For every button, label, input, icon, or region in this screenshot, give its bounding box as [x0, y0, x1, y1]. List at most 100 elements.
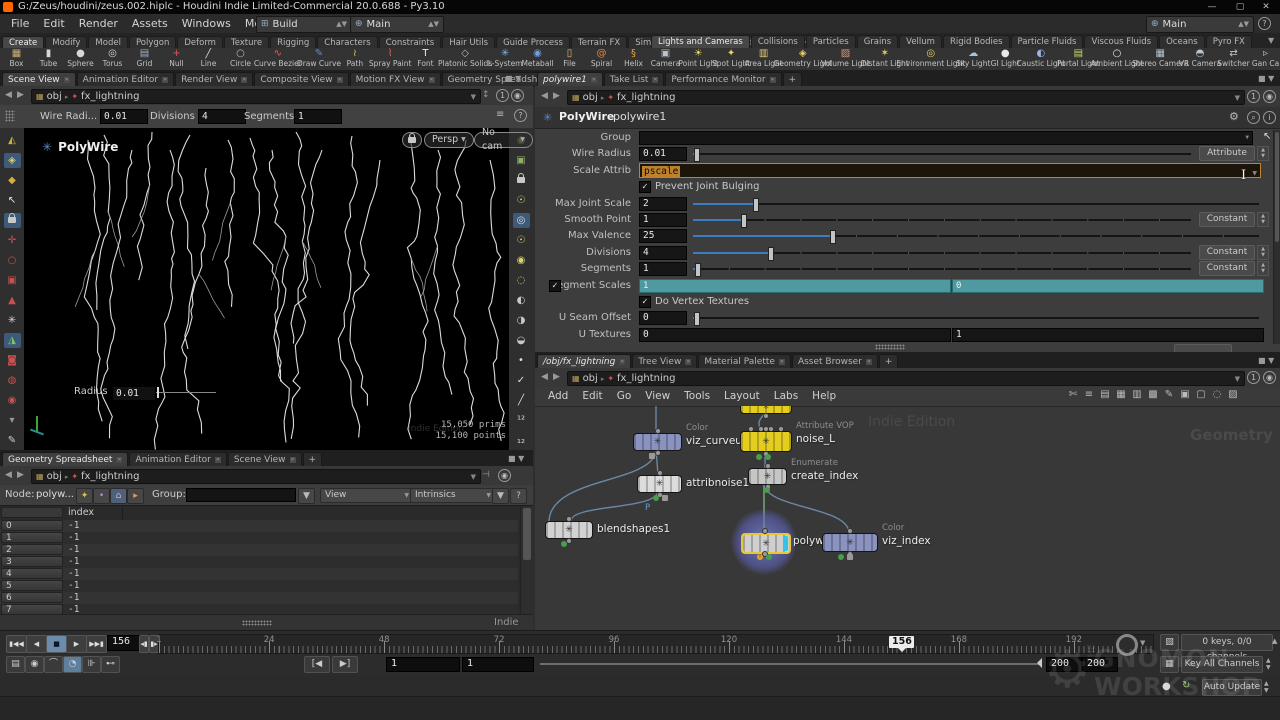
hook-display-icon[interactable]: ✓ [513, 373, 530, 388]
vertex-mode-icon[interactable]: • [93, 488, 110, 504]
current-frame-field[interactable]: 156 [107, 635, 143, 651]
shelf-tab-grains[interactable]: Grains [857, 35, 898, 49]
shelf-tab-viscous-fluids[interactable]: Viscous Fluids [1084, 35, 1158, 49]
view-tool-icon[interactable]: ◭ [4, 133, 21, 148]
hud-slider-track[interactable] [156, 392, 216, 393]
pane-link-selector[interactable]: ⊕ Main ▲▼ [350, 16, 444, 33]
sheet-tab-geometry-spreadsheet[interactable]: Geometry Spreadsheet✕ [2, 452, 128, 467]
prim-numbers-icon[interactable]: ₁₂ [513, 433, 530, 448]
jump-end-button[interactable]: ▶▶▮ [86, 635, 107, 653]
network-menu-go[interactable]: Go [610, 387, 639, 406]
auto-update-spinner-icon[interactable]: ▲▼ [1264, 680, 1269, 694]
playback-start-field[interactable]: 1 [462, 657, 534, 672]
crumb-obj[interactable]: obj [583, 92, 598, 103]
range-start-button[interactable]: [◀ [304, 656, 330, 673]
pane-tab-performance-monitor[interactable]: Performance Monitor✕ [665, 72, 781, 87]
network-tab-add-tab[interactable]: + [879, 354, 899, 369]
desktop-selector[interactable]: ⊞ Build ▲▼ [256, 16, 352, 33]
pair-field-0[interactable]: 0 [639, 328, 951, 342]
camera-select-pill[interactable]: No cam▼ [474, 132, 533, 148]
shelf-tab-vellum[interactable]: Vellum [899, 35, 942, 49]
slider-handle[interactable] [753, 198, 759, 212]
row-number[interactable]: 6 [1, 592, 63, 603]
node-name-label[interactable]: noise_L [796, 433, 835, 445]
input-dot[interactable] [765, 463, 771, 469]
param-pane-menu-icon[interactable]: ■ ▼ [1258, 74, 1274, 83]
audio-options-icon[interactable]: ◉ [25, 656, 44, 673]
value-field[interactable]: 25 [639, 229, 687, 243]
node-name-field[interactable]: polywire1 [613, 110, 666, 123]
box-tool-button[interactable]: ▦Box [2, 48, 31, 70]
network-menu-add[interactable]: Add [541, 387, 575, 406]
node-value[interactable]: polyw... [36, 485, 74, 505]
op-options-icon[interactable]: ≡ [496, 109, 504, 120]
simulation-step-icon[interactable]: ⊪ [82, 656, 101, 673]
crumb-obj[interactable]: obj [583, 373, 598, 384]
snap-point-icon[interactable]: ◉ [4, 393, 21, 408]
caustic-light-tool-button[interactable]: ◐Caustic Light [1023, 48, 1059, 70]
slider-handle[interactable] [695, 263, 701, 277]
path-tool-button[interactable]: ≀Path [340, 48, 369, 70]
chevron-down-icon[interactable]: ▼ [1235, 375, 1240, 383]
cell-index-value[interactable]: -1 [68, 532, 79, 544]
detail-mode-icon[interactable]: ▸ [127, 488, 144, 504]
crumb-node[interactable]: fx_lightning [617, 373, 675, 384]
tab-close-icon[interactable]: ✕ [866, 359, 872, 365]
node-attribnoise1[interactable]: ✳ [637, 475, 682, 493]
cell-index-value[interactable]: -1 [68, 520, 79, 532]
view-select[interactable]: View▼ [320, 488, 414, 503]
playhead[interactable]: 156 [889, 636, 914, 648]
attributes-filter-icon[interactable]: ▼ [492, 488, 509, 504]
segment-scales-value-0[interactable]: 1 [639, 279, 951, 293]
normal-lighting-icon[interactable]: ☉ [513, 233, 530, 248]
switcher-tool-button[interactable]: ⇄Switcher [1219, 48, 1248, 70]
snap-grid-icon[interactable]: ◙ [4, 353, 21, 368]
node-create-index[interactable]: ✳ [748, 468, 787, 485]
search-icon[interactable]: ◌ [1209, 389, 1225, 400]
scope-spinner-icon[interactable]: ▲▼ [1257, 245, 1269, 260]
output-dot[interactable] [763, 413, 769, 419]
op-field-0[interactable]: 0.01 [100, 109, 148, 124]
cell-index-value[interactable]: -1 [68, 544, 79, 556]
gan-camera-tool-button[interactable]: ▹Gan Ca [1251, 48, 1280, 70]
back-icon[interactable]: ◀ [541, 372, 548, 382]
sheet-help-icon[interactable]: ? [510, 488, 527, 504]
jump-start-button[interactable]: ▮◀◀ [6, 635, 27, 653]
smooth-shading-icon[interactable]: ◑ [513, 313, 530, 328]
crumb-node[interactable]: fx_lightning [81, 91, 139, 102]
vr-camera-tool-button[interactable]: ◓VR Camera [1184, 48, 1216, 70]
refresh-icon[interactable]: ↻ [1182, 680, 1190, 691]
network-breadcrumb[interactable]: ▦obj▸✦fx_lightning▼ [567, 371, 1245, 386]
pane-link-spinner-icon[interactable]: ▲▼ [428, 17, 439, 32]
node-name-label[interactable]: viz_curveu [686, 435, 742, 447]
metaball-tool-button[interactable]: ◉Metaball [523, 48, 552, 70]
network-menu-tools[interactable]: Tools [677, 387, 717, 406]
portal-light-tool-button[interactable]: ▤Portal Light [1062, 48, 1094, 70]
row-number[interactable]: 5 [1, 580, 63, 591]
tab-close-icon[interactable]: ✕ [215, 457, 221, 463]
slider-track[interactable] [693, 317, 1259, 319]
high-quality-light-icon[interactable]: ◉ [513, 253, 530, 268]
link-level-badge[interactable]: 1 [1247, 90, 1260, 103]
sceneview-breadcrumb[interactable]: ▦obj▸✦fx_lightning▼ [31, 89, 481, 104]
intrinsics-select[interactable]: Intrinsics▼ [410, 488, 496, 503]
crumb-node[interactable]: fx_lightning [81, 471, 139, 482]
tab-close-icon[interactable]: ✕ [770, 77, 776, 83]
slider-handle[interactable] [694, 312, 700, 326]
wireframe-shading-icon[interactable]: ◒ [513, 333, 530, 348]
lock-camera-icon[interactable] [513, 173, 530, 188]
pin-pane-icon[interactable]: ◉ [498, 469, 511, 482]
row-number[interactable]: 3 [1, 556, 63, 567]
axis-align-icon[interactable]: ◮ [4, 333, 21, 348]
curve-bezier-tool-button[interactable]: ∿Curve Bezier [258, 48, 298, 70]
input-dot[interactable] [778, 426, 784, 432]
range-end-button[interactable]: ▶] [332, 656, 358, 673]
node-blendshapes1[interactable]: ✳ [545, 521, 593, 539]
row-number[interactable]: 2 [1, 544, 63, 555]
camera-tool-button[interactable]: ▣Camera [651, 48, 680, 70]
normals-display-icon[interactable]: ╱ [513, 393, 530, 408]
stop-button[interactable]: ■ [46, 635, 67, 653]
translate-tool-icon[interactable]: ✛ [4, 233, 21, 248]
cell-index-value[interactable]: -1 [68, 556, 79, 568]
timeline-ruler[interactable]: 124487296120144168192156 [158, 634, 1154, 654]
